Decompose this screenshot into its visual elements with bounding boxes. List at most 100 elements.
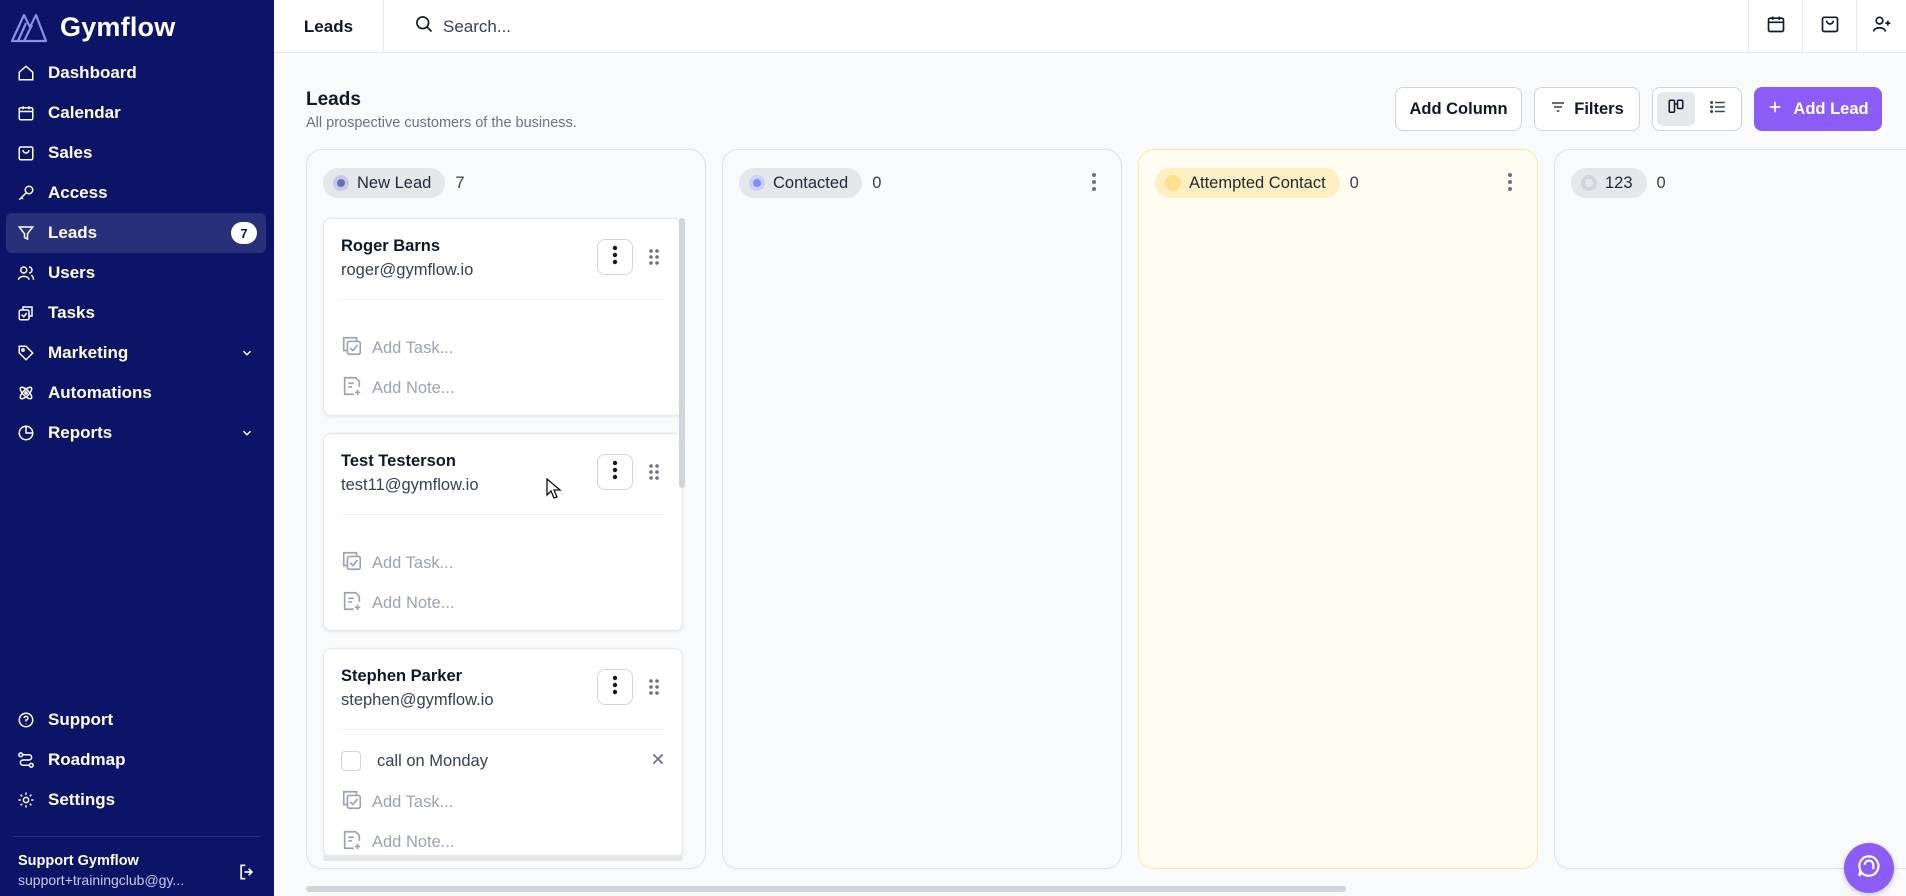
help-circle-icon bbox=[16, 710, 36, 730]
drag-handle-icon[interactable] bbox=[648, 678, 660, 701]
lead-card[interactable]: Stephen Parker stephen@gymflow.io call o… bbox=[323, 648, 683, 858]
sidebar-item-support[interactable]: Support bbox=[6, 700, 266, 740]
sidebar-item-reports[interactable]: Reports bbox=[6, 413, 266, 453]
board-horizontal-scrollbar[interactable] bbox=[306, 886, 1346, 892]
pie-chart-icon bbox=[16, 423, 36, 443]
more-vertical-icon[interactable] bbox=[1091, 172, 1097, 197]
card-menu-button[interactable] bbox=[597, 239, 633, 275]
status-dot-icon bbox=[749, 175, 765, 191]
card-divider bbox=[341, 729, 665, 730]
sidebar-item-dashboard[interactable]: Dashboard bbox=[6, 53, 266, 93]
column-header: New Lead 7 bbox=[323, 168, 465, 198]
sidebar-item-calendar[interactable]: Calendar bbox=[6, 93, 266, 133]
more-vertical-icon[interactable] bbox=[1507, 172, 1513, 197]
sidebar-item-users[interactable]: Users bbox=[6, 253, 266, 293]
add-task-icon bbox=[341, 335, 363, 362]
card-menu-button[interactable] bbox=[597, 669, 633, 705]
tag-icon bbox=[16, 343, 36, 363]
status-dot-icon bbox=[1165, 175, 1181, 191]
lead-card[interactable]: Test Testerson test11@gymflow.io Add Tas… bbox=[323, 433, 683, 631]
sidebar-divider bbox=[14, 836, 260, 837]
add-column-button[interactable]: Add Column bbox=[1395, 87, 1522, 131]
gear-icon bbox=[16, 790, 36, 810]
status-dot-icon bbox=[333, 175, 349, 191]
column-count: 7 bbox=[455, 173, 465, 192]
column-label-pill[interactable]: Attempted Contact bbox=[1155, 168, 1340, 198]
sidebar-item-leads[interactable]: Leads 7 bbox=[6, 213, 266, 253]
sidebar-item-sales[interactable]: Sales bbox=[6, 133, 266, 173]
drag-handle-icon[interactable] bbox=[648, 463, 660, 486]
sidebar-item-marketing[interactable]: Marketing bbox=[6, 333, 266, 373]
calendar-button[interactable] bbox=[1748, 0, 1802, 53]
sidebar-item-label: Dashboard bbox=[48, 63, 137, 82]
column-new-lead: New Lead 7 Roger Barns roger@gymflow.io … bbox=[306, 149, 706, 869]
sidebar-item-roadmap[interactable]: Roadmap bbox=[6, 740, 266, 780]
sidebar-item-label: Reports bbox=[48, 423, 113, 442]
add-note-icon bbox=[341, 590, 363, 617]
mouse-cursor-icon bbox=[546, 477, 562, 505]
card-menu-button[interactable] bbox=[597, 454, 633, 490]
logout-icon[interactable] bbox=[237, 862, 257, 887]
add-note-icon bbox=[341, 829, 363, 856]
atom-icon bbox=[16, 383, 36, 403]
column-label-pill[interactable]: New Lead bbox=[323, 168, 446, 198]
chat-support-button[interactable] bbox=[1844, 843, 1894, 893]
gymflow-logo-icon bbox=[10, 11, 48, 43]
shop-button[interactable] bbox=[1802, 0, 1856, 53]
chat-bubble-icon bbox=[1856, 853, 1882, 884]
add-lead-button[interactable]: Add Lead bbox=[1754, 87, 1882, 131]
filter-icon bbox=[16, 223, 36, 243]
sidebar-item-label: Access bbox=[48, 183, 108, 202]
view-toggle bbox=[1652, 87, 1742, 131]
sidebar-item-automations[interactable]: Automations bbox=[6, 373, 266, 413]
plus-icon bbox=[1767, 99, 1783, 120]
user-plus-icon bbox=[1872, 14, 1892, 39]
app-logo[interactable]: Gymflow bbox=[10, 8, 175, 46]
filters-button[interactable]: Filters bbox=[1534, 87, 1640, 131]
column-label: Contacted bbox=[773, 173, 849, 192]
lead-email: stephen@gymflow.io bbox=[341, 691, 494, 709]
task-checkbox[interactable] bbox=[341, 751, 361, 771]
column-label-pill[interactable]: 123 bbox=[1571, 168, 1647, 198]
column-label: Attempted Contact bbox=[1189, 173, 1326, 192]
column-horizontal-scrollbar[interactable] bbox=[323, 855, 683, 861]
column-count: 0 bbox=[1349, 173, 1359, 192]
kanban-view-button[interactable] bbox=[1657, 92, 1695, 126]
current-user: Support Gymflow support+trainingclub@gy.… bbox=[18, 852, 238, 890]
filters-label: Filters bbox=[1574, 99, 1624, 118]
sidebar-item-label: Tasks bbox=[48, 303, 95, 322]
add-note-action[interactable]: Add Note... bbox=[341, 375, 455, 402]
add-task-action[interactable]: Add Task... bbox=[341, 789, 453, 816]
add-note-icon bbox=[341, 375, 363, 402]
lead-card[interactable]: Roger Barns roger@gymflow.io Add Task... bbox=[323, 218, 683, 416]
column-label-pill[interactable]: Contacted bbox=[739, 168, 863, 198]
close-icon[interactable] bbox=[651, 752, 665, 771]
more-vertical-icon bbox=[612, 245, 618, 270]
shopping-bag-icon bbox=[1820, 14, 1840, 39]
add-user-button[interactable] bbox=[1856, 0, 1906, 53]
column-count: 0 bbox=[872, 173, 882, 192]
topbar-title: Leads bbox=[274, 0, 384, 53]
sidebar-bottom-nav: Support Roadmap Settings bbox=[0, 700, 274, 820]
sidebar-item-settings[interactable]: Settings bbox=[6, 780, 266, 820]
main-content: Leads All prospective customers of the b… bbox=[274, 53, 1906, 896]
column-scrollbar[interactable] bbox=[679, 218, 685, 488]
app-name: Gymflow bbox=[60, 11, 176, 42]
list-view-button[interactable] bbox=[1699, 92, 1737, 126]
drag-handle-icon[interactable] bbox=[648, 248, 660, 271]
add-task-action[interactable]: Add Task... bbox=[341, 335, 453, 362]
sidebar-item-access[interactable]: Access bbox=[6, 173, 266, 213]
column-header: Attempted Contact 0 bbox=[1155, 168, 1359, 198]
search-input[interactable] bbox=[443, 16, 1043, 37]
add-note-label: Add Note... bbox=[372, 379, 455, 397]
add-task-icon bbox=[341, 550, 363, 577]
users-icon bbox=[16, 263, 36, 283]
sidebar-item-label: Settings bbox=[48, 790, 116, 809]
add-note-action[interactable]: Add Note... bbox=[341, 590, 455, 617]
task-item: call on Monday bbox=[341, 751, 665, 771]
shopping-bag-icon bbox=[16, 143, 36, 163]
add-note-action[interactable]: Add Note... bbox=[341, 829, 455, 856]
add-task-action[interactable]: Add Task... bbox=[341, 550, 453, 577]
sidebar-item-tasks[interactable]: Tasks bbox=[6, 293, 266, 333]
list-icon bbox=[1709, 98, 1727, 121]
